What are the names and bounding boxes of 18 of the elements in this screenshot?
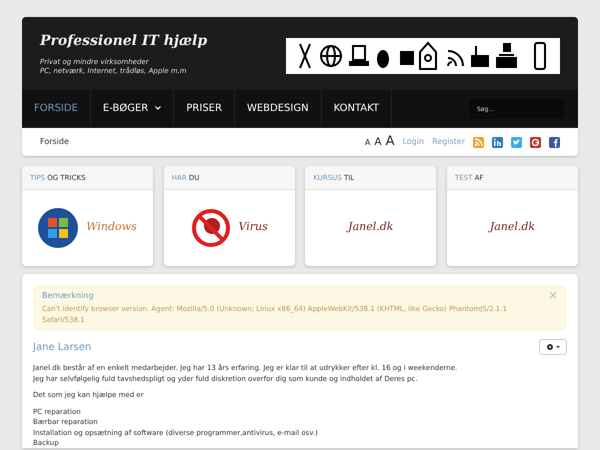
article-title: Jane Larsen <box>33 340 92 354</box>
breadcrumb-text: Forside <box>40 136 69 148</box>
alert-title: Bemærkning <box>42 290 94 301</box>
settings-button[interactable] <box>539 339 567 355</box>
site-title: Professionel IT hjælp <box>40 32 208 51</box>
font-size-link[interactable]: A <box>386 132 394 152</box>
font-size-link[interactable]: A <box>374 135 382 151</box>
logo-text: Virus <box>238 219 268 236</box>
windows-logo-icon <box>38 208 78 248</box>
facebook-icon[interactable] <box>549 136 560 148</box>
google-icon[interactable] <box>530 136 541 148</box>
linkedin-icon[interactable] <box>492 136 503 148</box>
no-devil-icon <box>190 208 231 248</box>
logo-text: Janel.dk <box>348 219 394 236</box>
logo-text: Windows <box>86 219 137 236</box>
gear-icon <box>546 342 560 351</box>
logo-text: Janel.dk <box>490 219 536 236</box>
font-size-link[interactable]: A <box>364 137 370 150</box>
